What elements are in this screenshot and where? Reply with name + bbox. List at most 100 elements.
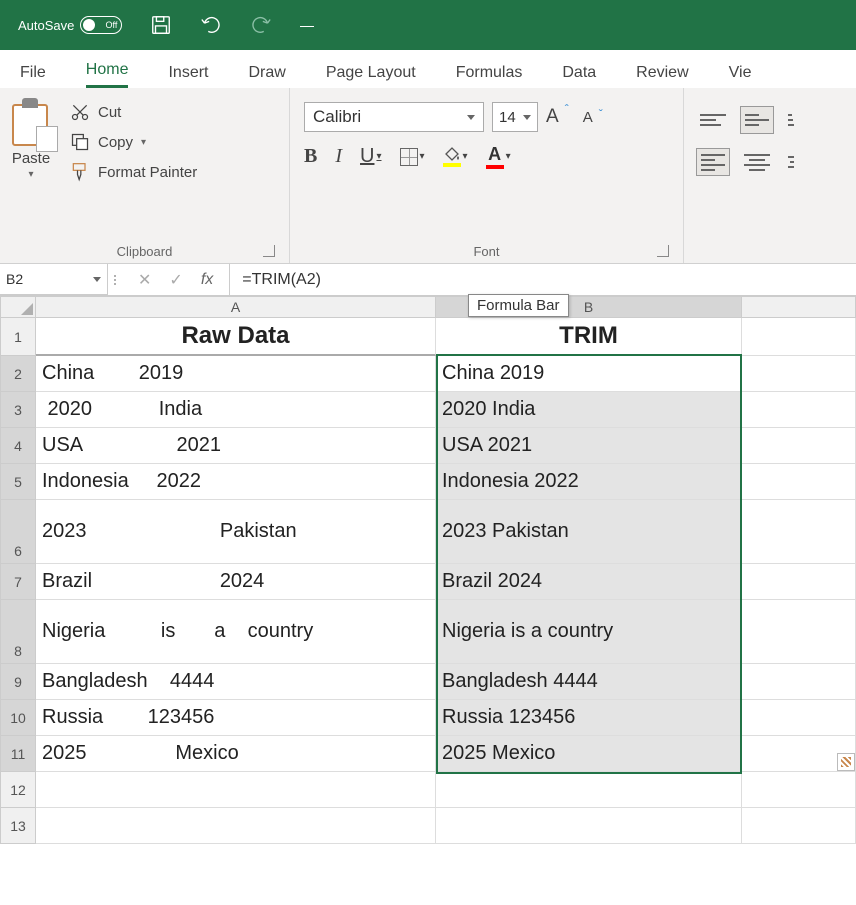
font-name-select[interactable]: Calibri (304, 102, 484, 132)
cell-C13[interactable] (742, 808, 856, 844)
align-top-button[interactable] (696, 106, 730, 134)
cell-C3[interactable] (742, 392, 856, 428)
clipboard-launcher-icon[interactable] (263, 245, 275, 257)
italic-button[interactable]: I (335, 145, 342, 168)
align-right-button[interactable] (784, 148, 798, 176)
col-header-A[interactable]: A (36, 296, 436, 318)
cell-A5[interactable]: Indonesia 2022 (36, 464, 436, 500)
font-size-select[interactable]: 14 (492, 102, 538, 132)
cell-B3[interactable]: 2020 India (436, 392, 742, 428)
cell-B5[interactable]: Indonesia 2022 (436, 464, 742, 500)
cell-B13[interactable] (436, 808, 742, 844)
cell-C8[interactable] (742, 600, 856, 664)
cell-B7[interactable]: Brazil 2024 (436, 564, 742, 600)
bold-button[interactable]: B (304, 145, 317, 168)
tab-view[interactable]: Vie (729, 64, 752, 88)
cell-A8[interactable]: Nigeria is a country (36, 600, 436, 664)
align-bottom-button[interactable] (784, 106, 798, 134)
cut-button[interactable]: Cut (70, 102, 197, 122)
save-icon[interactable] (150, 14, 172, 36)
tab-pagelayout[interactable]: Page Layout (326, 64, 416, 88)
cell-A7[interactable]: Brazil 2024 (36, 564, 436, 600)
cell-B1[interactable]: TRIM (436, 318, 742, 356)
redo-icon[interactable] (250, 14, 272, 36)
borders-button[interactable]: ▾ (400, 148, 425, 166)
decrease-font-button[interactable]: A (575, 109, 601, 126)
select-all-corner[interactable] (0, 296, 36, 318)
tab-home[interactable]: Home (86, 61, 129, 88)
tab-data[interactable]: Data (562, 64, 596, 88)
row-header[interactable]: 12 (0, 772, 36, 808)
cell-B12[interactable] (436, 772, 742, 808)
cell-C1[interactable] (742, 318, 856, 356)
undo-icon[interactable] (200, 14, 222, 36)
cell-B2[interactable]: China 2019 (436, 356, 742, 392)
cell-C9[interactable] (742, 664, 856, 700)
align-middle-button[interactable] (740, 106, 774, 134)
increase-font-button[interactable]: A (546, 106, 567, 128)
row-header[interactable]: 1 (0, 318, 36, 356)
row-header[interactable]: 6 (0, 500, 36, 564)
format-painter-button[interactable]: Format Painter (70, 162, 197, 182)
cell-C5[interactable] (742, 464, 856, 500)
cell-C11[interactable] (742, 736, 856, 772)
tab-review[interactable]: Review (636, 64, 688, 88)
cell-C2[interactable] (742, 356, 856, 392)
underline-button[interactable]: U▾ (360, 145, 381, 168)
cell-B6[interactable]: 2023 Pakistan (436, 500, 742, 564)
cell-C6[interactable] (742, 500, 856, 564)
paste-options-icon[interactable] (837, 753, 855, 771)
cell-C7[interactable] (742, 564, 856, 600)
cell-B9[interactable]: Bangladesh 4444 (436, 664, 742, 700)
name-box[interactable]: B2 (0, 264, 108, 295)
cell-A6[interactable]: 2023 Pakistan (36, 500, 436, 564)
tab-formulas[interactable]: Formulas (456, 64, 523, 88)
copy-button[interactable]: Copy ▾ (70, 132, 197, 152)
paste-label: Paste (12, 150, 50, 167)
tab-draw[interactable]: Draw (248, 64, 285, 88)
fx-icon[interactable]: fx (201, 271, 213, 289)
quick-access-dropdown[interactable] (300, 24, 314, 27)
cell-C10[interactable] (742, 700, 856, 736)
cell-A10[interactable]: Russia 123456 (36, 700, 436, 736)
cell-A12[interactable] (36, 772, 436, 808)
formula-input[interactable]: =TRIM(A2) (230, 264, 856, 295)
cell-B4[interactable]: USA 2021 (436, 428, 742, 464)
paste-button[interactable]: Paste ▾ (10, 94, 52, 240)
cell-A13[interactable] (36, 808, 436, 844)
row-header[interactable]: 4 (0, 428, 36, 464)
cell-C4[interactable] (742, 428, 856, 464)
enter-formula-icon[interactable]: ✓ (169, 270, 182, 290)
row-header[interactable]: 9 (0, 664, 36, 700)
cell-A11[interactable]: 2025 Mexico (36, 736, 436, 772)
row-header[interactable]: 2 (0, 356, 36, 392)
autosave-toggle[interactable]: AutoSave Off (18, 16, 122, 34)
cell-A4[interactable]: USA 2021 (36, 428, 436, 464)
cell-A2[interactable]: China 2019 (36, 356, 436, 392)
row-header[interactable]: 7 (0, 564, 36, 600)
row-header[interactable]: 8 (0, 600, 36, 664)
fill-color-button[interactable]: ▾ (443, 147, 468, 167)
cell-A1[interactable]: Raw Data (36, 318, 436, 356)
row-header[interactable]: 13 (0, 808, 36, 844)
row-header[interactable]: 10 (0, 700, 36, 736)
row-header[interactable]: 11 (0, 736, 36, 772)
cell-B11[interactable]: 2025 Mexico (436, 736, 742, 772)
tab-file[interactable]: File (20, 64, 46, 88)
ribbon-tabs: File Home Insert Draw Page Layout Formul… (0, 50, 856, 88)
font-launcher-icon[interactable] (657, 245, 669, 257)
align-left-button[interactable] (696, 148, 730, 176)
col-header-C[interactable] (742, 296, 856, 318)
row-header[interactable]: 3 (0, 392, 36, 428)
chevron-down-icon[interactable]: ▾ (28, 169, 33, 180)
cell-B10[interactable]: Russia 123456 (436, 700, 742, 736)
cell-A3[interactable]: 2020 India (36, 392, 436, 428)
tab-insert[interactable]: Insert (168, 64, 208, 88)
align-center-button[interactable] (740, 148, 774, 176)
row-header[interactable]: 5 (0, 464, 36, 500)
cell-B8[interactable]: Nigeria is a country (436, 600, 742, 664)
font-color-button[interactable]: A ▾ (486, 144, 511, 169)
cancel-formula-icon[interactable]: ✕ (138, 270, 151, 290)
cell-C12[interactable] (742, 772, 856, 808)
cell-A9[interactable]: Bangladesh 4444 (36, 664, 436, 700)
